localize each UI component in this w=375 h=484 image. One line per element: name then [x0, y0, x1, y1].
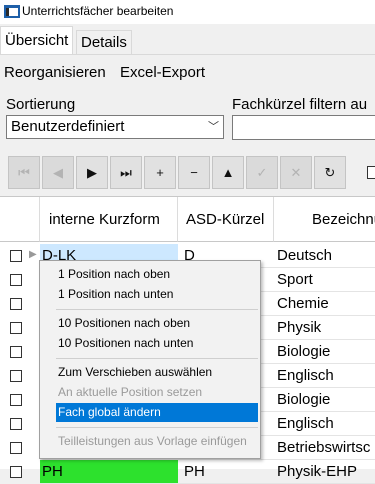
- app-window-icon: [4, 5, 20, 18]
- cell-name[interactable]: Englisch: [274, 412, 375, 436]
- excel-export-link[interactable]: Excel-Export: [120, 64, 205, 81]
- next-record-icon: ▶: [87, 165, 97, 180]
- row-checkbox[interactable]: [10, 466, 22, 478]
- row-checkbox[interactable]: [10, 442, 22, 454]
- grid-header-asd[interactable]: ASD-Kürzel: [178, 197, 274, 242]
- filter-input[interactable]: [232, 115, 375, 140]
- toolbar-checkbox[interactable]: [367, 166, 375, 179]
- current-row-icon: ▶: [29, 249, 37, 260]
- row-checkbox[interactable]: [10, 274, 22, 286]
- menu-item[interactable]: Fach global ändern: [56, 403, 258, 422]
- cell-name[interactable]: Englisch: [274, 364, 375, 388]
- delete-button[interactable]: −: [178, 156, 210, 189]
- menu-separator: [56, 427, 258, 428]
- grid-header-internal[interactable]: interne Kurzform: [40, 197, 178, 242]
- row-checkbox[interactable]: [10, 250, 22, 262]
- first-record-button[interactable]: ⏮: [8, 156, 40, 189]
- grid-header-indicator: [0, 197, 40, 242]
- refresh-icon: ↻: [324, 165, 336, 180]
- row-checkbox[interactable]: [10, 298, 22, 310]
- menu-item: Teilleistungen aus Vorlage einfügen: [58, 434, 247, 448]
- first-record-icon: ⏮: [18, 165, 30, 180]
- menu-item[interactable]: 10 Positionen nach unten: [56, 334, 258, 353]
- row-checkbox[interactable]: [10, 322, 22, 334]
- post-icon: ✓: [256, 165, 268, 180]
- cell-name[interactable]: Betriebswirtsc: [274, 436, 375, 460]
- window-title: Unterrichtsfächer bearbeiten: [22, 4, 174, 18]
- row-checkbox[interactable]: [10, 346, 22, 358]
- row-checkbox[interactable]: [10, 418, 22, 430]
- menu-separator: [56, 358, 258, 359]
- cancel-icon: ✕: [290, 165, 302, 180]
- menu-item[interactable]: 1 Position nach unten: [56, 285, 258, 304]
- refresh-button[interactable]: ↻: [314, 156, 346, 189]
- filter-label: Fachkürzel filtern au: [232, 96, 368, 113]
- delete-icon: −: [190, 165, 198, 180]
- cell-name[interactable]: Biologie: [274, 388, 375, 412]
- menu-item: An aktuelle Position setzen: [58, 385, 203, 399]
- reorganize-link[interactable]: Reorganisieren: [4, 64, 106, 81]
- grid-header-name[interactable]: Bezeichnu: [274, 197, 375, 242]
- insert-icon: +: [156, 165, 164, 180]
- row-checkbox[interactable]: [10, 394, 22, 406]
- menu-item[interactable]: 1 Position nach oben: [56, 265, 258, 284]
- prior-record-icon: ◀: [53, 165, 63, 180]
- prior-record-button[interactable]: ◀: [42, 156, 74, 189]
- chevron-down-icon[interactable]: ﹀: [208, 116, 219, 138]
- menu-item[interactable]: 10 Positionen nach oben: [56, 314, 258, 333]
- post-button[interactable]: ✓: [246, 156, 278, 189]
- menu-item[interactable]: Zum Verschieben auswählen: [56, 363, 258, 382]
- row-checkbox[interactable]: [10, 370, 22, 382]
- cell-name[interactable]: Deutsch: [274, 244, 375, 268]
- last-record-button[interactable]: ⏭: [110, 156, 142, 189]
- sort-label: Sortierung: [6, 96, 76, 113]
- tab-details[interactable]: Details: [76, 30, 132, 54]
- insert-button[interactable]: +: [144, 156, 176, 189]
- next-record-button[interactable]: ▶: [76, 156, 108, 189]
- cell-name[interactable]: Chemie: [274, 292, 375, 316]
- cancel-button[interactable]: ✕: [280, 156, 312, 189]
- cell-name[interactable]: Biologie: [274, 340, 375, 364]
- edit-icon: ▲: [221, 165, 235, 180]
- sort-select-value: Benutzerdefiniert: [11, 118, 125, 135]
- cell-name[interactable]: Physik: [274, 316, 375, 340]
- cell-internal[interactable]: PH: [40, 460, 178, 484]
- cell-name[interactable]: Sport: [274, 268, 375, 292]
- menu-separator: [56, 309, 258, 310]
- last-record-icon: ⏭: [120, 165, 132, 180]
- tab-uebersicht[interactable]: Übersicht: [0, 26, 74, 54]
- sort-select[interactable]: Benutzerdefiniert ﹀: [6, 115, 224, 139]
- cell-name[interactable]: Physik-EHP: [274, 460, 375, 484]
- edit-button[interactable]: ▲: [212, 156, 244, 189]
- cell-asd[interactable]: PH: [178, 460, 274, 484]
